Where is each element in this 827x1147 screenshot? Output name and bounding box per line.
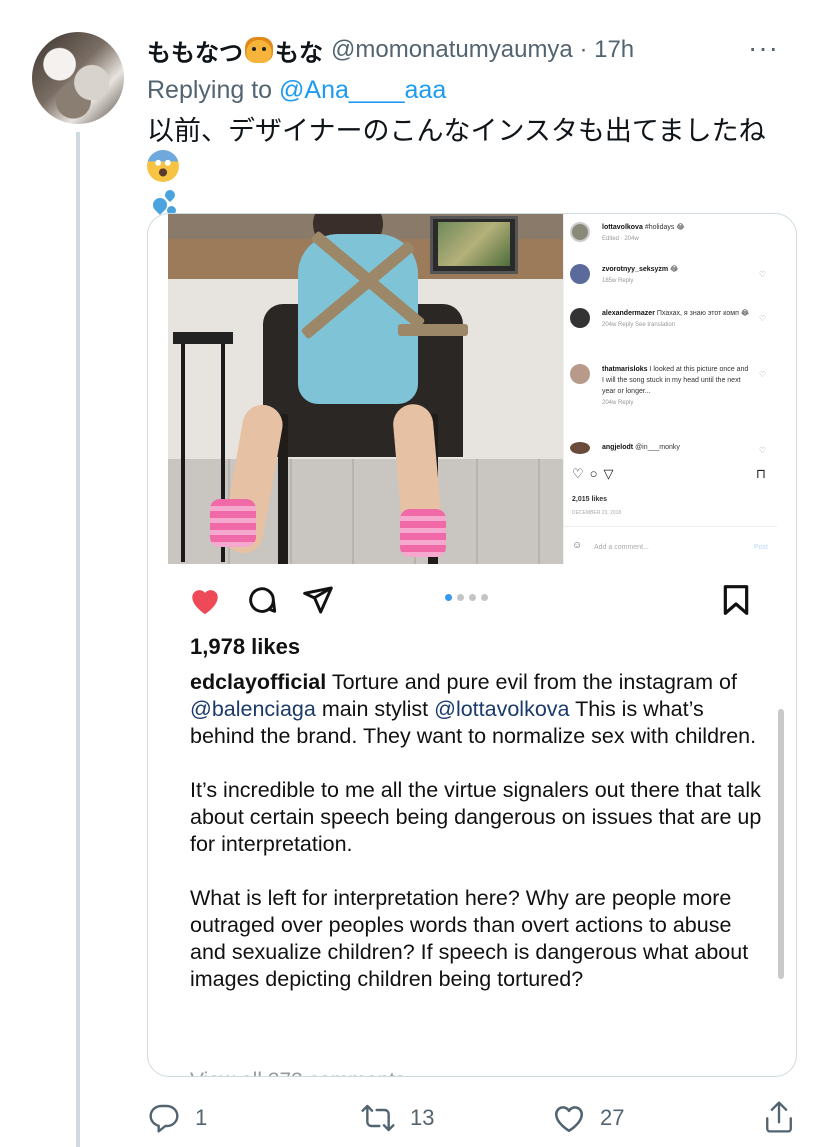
instagram-photo [168, 214, 563, 564]
reply-button[interactable]: 1 [147, 1102, 207, 1134]
like-button[interactable]: 27 [552, 1102, 624, 1134]
screaming-face-icon [147, 150, 179, 182]
carousel-dot [469, 594, 476, 601]
list-item: zvorotnyy_seksyzm 😂 185w Reply ♡ [570, 264, 770, 287]
avatar [570, 308, 590, 328]
attached-screenshot[interactable]: lottavolkova #holidays 😂 Edited · 204w zv… [147, 213, 797, 1077]
list-item: alexandermazer Пхахах, я знаю этот комп … [570, 308, 770, 331]
bookmark-icon: ⊓ [755, 466, 766, 481]
heart-icon[interactable] [188, 584, 222, 616]
comment-text: @in___monky [635, 444, 680, 451]
avatar[interactable] [32, 32, 124, 124]
comment-text: Пхахах, я знаю этот комп 😂 [656, 310, 750, 317]
caption-paragraph-1: edclayofficial Torture and pure evil fro… [190, 669, 770, 750]
display-name-suffix[interactable]: もな [275, 33, 323, 68]
thread-line [76, 132, 80, 1147]
comment-meta: 204w Reply [602, 400, 634, 406]
comment-user: thatmarisloks [602, 366, 648, 373]
replying-to: Replying to @Ana____aaa [147, 76, 446, 105]
heart-icon[interactable]: ♡ [759, 270, 766, 279]
comment-text: 😂 [670, 266, 679, 273]
retweet-count: 13 [410, 1105, 435, 1130]
more-options-icon[interactable]: ··· [748, 34, 779, 62]
avatar [570, 442, 590, 454]
share-icon [766, 1101, 792, 1133]
comment-meta: 204w Reply See translation [602, 322, 676, 328]
avatar [570, 364, 590, 384]
instagram-comment-panel: lottavolkova #holidays 😂 Edited · 204w zv… [563, 214, 777, 564]
inner-likes: 2,015 likes [572, 496, 608, 503]
scrollbar[interactable] [778, 709, 784, 979]
post-button: Post [753, 544, 768, 551]
carousel-dot [481, 594, 488, 601]
mention-link[interactable]: @lottavolkova [434, 697, 569, 721]
view-all-comments-link[interactable]: View all 373 comments [190, 1069, 406, 1076]
tweet-text-body: 以前、デザイナーのこんなインスタも出てましたね [147, 116, 766, 147]
carousel-dot [457, 594, 464, 601]
comment-user: zvorotnyy_seksyzm [602, 266, 669, 273]
retweet-button[interactable]: 13 [360, 1102, 434, 1134]
handle-and-time[interactable]: @momonatumyaumya · 17h [331, 36, 634, 64]
caption-text: main stylist [315, 697, 435, 721]
heart-icon[interactable]: ♡ [759, 446, 766, 455]
post-caption: edclayofficial Torture and pure evil fro… [190, 669, 770, 1020]
carousel-dots [445, 594, 488, 601]
inner-date: DECEMBER 23, 2018 [572, 510, 622, 516]
share-button[interactable] [763, 1100, 809, 1134]
reply-count: 1 [195, 1105, 208, 1130]
avatar [570, 264, 590, 284]
bookmark-icon[interactable] [722, 584, 750, 616]
heart-icon[interactable]: ♡ [759, 314, 766, 323]
replying-to-link[interactable]: @Ana____aaa [279, 76, 446, 104]
caption-paragraph-3: What is left for interpretation here? Wh… [190, 886, 749, 991]
carousel-dot [445, 594, 452, 601]
reply-icon [149, 1104, 179, 1133]
comment-user: lottavolkova [602, 224, 643, 231]
list-item: lottavolkova #holidays 😂 Edited · 204w [570, 222, 770, 245]
comment-meta: Edited · 204w [602, 236, 639, 242]
comment-text: #holidays 😂 [644, 224, 685, 231]
comment-user: angjelodt [602, 444, 634, 451]
display-name[interactable]: ももなつ [147, 33, 243, 68]
comment-meta: 185w Reply [602, 278, 634, 284]
list-item: angjelodt @in___monky ♡ [570, 442, 770, 455]
tiger-face-icon [245, 37, 273, 63]
avatar [570, 222, 590, 242]
tweet-action-bar: 1 13 27 [147, 1098, 807, 1138]
share-icon[interactable] [302, 584, 334, 616]
retweet-icon [361, 1104, 395, 1132]
tweet-header: ももなつ もな @momonatumyaumya · 17h [147, 33, 634, 68]
smiley-icon: ☺ [572, 540, 583, 551]
heart-icon[interactable]: ♡ [759, 370, 766, 379]
list-item: thatmarisloks I looked at this picture o… [570, 364, 770, 409]
comment-user: alexandermazer [602, 310, 655, 317]
like-count: 27 [600, 1105, 625, 1130]
caption-text: Torture and pure evil from the instagram… [326, 670, 737, 694]
replying-to-label: Replying to [147, 76, 280, 104]
caption-paragraph-2: It’s incredible to me all the virtue sig… [190, 778, 762, 856]
inner-action-icons: ♡○▽ [572, 466, 620, 481]
heart-icon [554, 1106, 584, 1133]
likes-count: 1,978 likes [190, 634, 301, 659]
tweet-text: 以前、デザイナーのこんなインスタも出てましたね [147, 114, 797, 224]
add-comment-input: Add a comment... [594, 544, 649, 551]
caption-username[interactable]: edclayofficial [190, 670, 326, 694]
comment-icon[interactable] [246, 584, 278, 616]
mention-link[interactable]: @balenciaga [190, 697, 316, 721]
